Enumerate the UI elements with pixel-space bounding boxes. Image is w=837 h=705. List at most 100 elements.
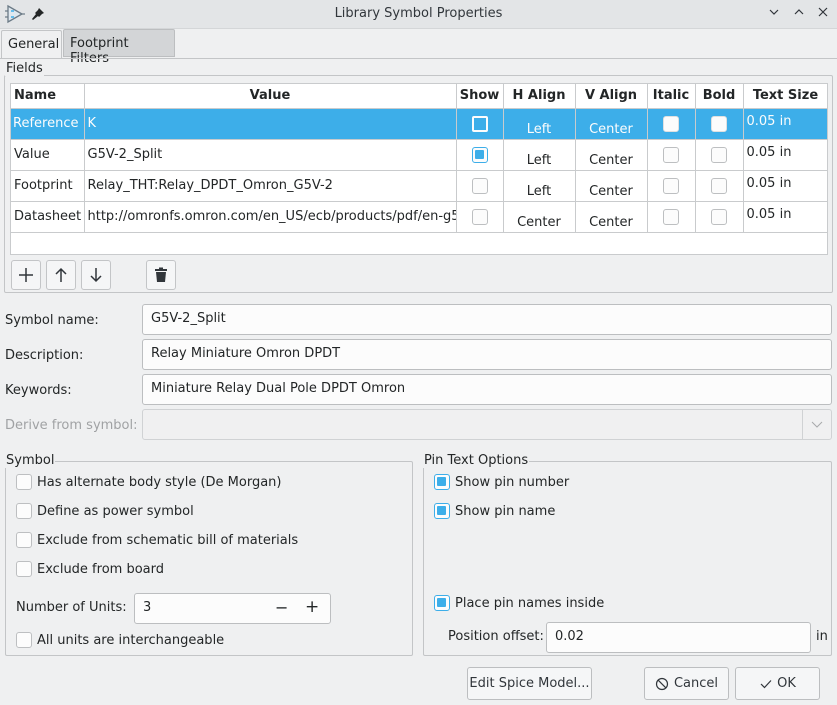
v-align-cell[interactable]: Center [575,170,648,202]
italic-cell[interactable] [647,170,696,202]
v-align-cell[interactable]: Center [575,108,648,140]
show-checkbox[interactable] [471,208,488,225]
column-header[interactable]: Value [84,84,457,109]
bold-checkbox[interactable] [711,146,727,163]
checkbox[interactable] [16,503,32,519]
table-row[interactable]: Value G5V-2_Split Left Center 0.05 in [11,139,827,171]
move-down-button[interactable] [81,260,111,290]
column-header[interactable]: Bold [695,84,744,109]
bold-checkbox[interactable] [711,177,727,194]
exclude-bom-checkbox[interactable]: Exclude from schematic bill of materials [16,532,298,548]
decrement-button[interactable]: − [275,598,288,617]
field-name[interactable]: Reference [11,108,85,140]
trash-icon [155,267,167,282]
column-header[interactable]: H Align [503,84,576,109]
field-name[interactable]: Value [11,139,85,171]
tab-footprint-filters[interactable]: Footprint Filters [63,29,175,66]
bold-cell[interactable] [695,170,744,202]
field-value[interactable]: Relay_THT:Relay_DPDT_Omron_G5V-2 [84,170,457,202]
field-name[interactable]: Datasheet [11,201,85,233]
checkbox-label: Show pin name [455,503,556,519]
column-header[interactable]: Text Size [743,84,827,109]
description-input[interactable]: Relay Miniature Omron DPDT [142,339,832,370]
italic-checkbox[interactable] [663,208,679,225]
show-cell[interactable] [456,170,504,202]
show-pin-name-checkbox[interactable]: Show pin name [434,503,555,519]
edit-spice-model-button[interactable]: Edit Spice Model... [467,667,592,700]
keywords-input[interactable]: Miniature Relay Dual Pole DPDT Omron [142,374,832,405]
exclude-board-checkbox[interactable]: Exclude from board [16,561,164,577]
symbol-name-input[interactable]: G5V-2_Split [142,304,832,335]
arrow-down-icon [90,268,102,283]
italic-checkbox[interactable] [663,177,679,194]
tab-general[interactable]: General [1,30,62,59]
bold-cell[interactable] [695,201,744,233]
checkbox[interactable] [16,632,32,648]
power-symbol-checkbox[interactable]: Define as power symbol [16,503,194,519]
show-checkbox[interactable] [471,177,488,194]
text-size-cell[interactable]: 0.05 in [743,170,827,202]
h-align-cell[interactable]: Center [503,201,576,233]
delete-field-button[interactable] [146,260,176,290]
derive-from-select[interactable] [142,409,832,440]
v-align-cell[interactable]: Center [575,201,648,233]
symbol-group-title: Symbol [5,453,56,468]
column-header[interactable]: Italic [647,84,696,109]
h-align-cell[interactable]: Left [503,170,576,202]
place-pin-names-inside-checkbox[interactable]: Place pin names inside [434,595,604,611]
add-field-button[interactable] [11,260,41,290]
checkbox[interactable] [16,532,32,548]
checkbox[interactable] [16,561,32,577]
column-header[interactable]: Show [456,84,504,109]
show-checkbox[interactable] [471,115,488,132]
minimize-button[interactable] [766,6,782,22]
checkbox[interactable] [16,474,32,490]
show-cell[interactable] [456,108,504,140]
units-interchangeable-checkbox[interactable]: All units are interchangeable [16,632,224,648]
position-offset-input[interactable]: 0.02 [546,622,811,653]
italic-cell[interactable] [647,139,696,171]
table-row[interactable]: Reference K Left Center 0.05 in [11,108,827,140]
v-align-cell[interactable]: Center [575,139,648,171]
field-name[interactable]: Footprint [11,170,85,202]
checkbox-label: Place pin names inside [455,595,605,611]
checkbox[interactable] [434,595,450,611]
table-row[interactable]: Datasheet http://omronfs.omron.com/en_US… [11,201,827,233]
alternate-body-style-checkbox[interactable]: Has alternate body style (De Morgan) [16,474,282,490]
column-header[interactable]: V Align [575,84,648,109]
move-up-button[interactable] [46,260,76,290]
italic-checkbox[interactable] [663,115,679,132]
close-button[interactable] [815,6,831,22]
italic-cell[interactable] [647,201,696,233]
cancel-button[interactable]: Cancel [644,667,729,700]
maximize-button[interactable] [791,6,807,22]
plus-icon [19,268,33,282]
italic-cell[interactable] [647,108,696,140]
show-pin-number-checkbox[interactable]: Show pin number [434,474,569,490]
field-value[interactable]: http://omronfs.omron.com/en_US/ecb/produ… [84,201,457,233]
column-header[interactable]: Name [11,84,85,109]
show-cell[interactable] [456,139,504,171]
bold-cell[interactable] [695,108,744,140]
show-checkbox[interactable] [471,146,488,163]
increment-button[interactable]: + [305,597,319,617]
bold-checkbox[interactable] [711,208,727,225]
field-value[interactable]: K [84,108,457,140]
chevron-down-icon [811,421,823,428]
table-row[interactable]: Footprint Relay_THT:Relay_DPDT_Omron_G5V… [11,170,827,202]
text-size-cell[interactable]: 0.05 in [743,139,827,171]
bold-checkbox[interactable] [711,115,727,132]
bold-cell[interactable] [695,139,744,171]
h-align-cell[interactable]: Left [503,108,576,140]
h-align-cell[interactable]: Left [503,139,576,171]
text-size-cell[interactable]: 0.05 in [743,108,827,140]
italic-checkbox[interactable] [663,146,679,163]
show-cell[interactable] [456,201,504,233]
ok-button[interactable]: OK [735,667,820,700]
units-spinbox[interactable]: 3 − + [134,593,331,624]
text-size-cell[interactable]: 0.05 in [743,201,827,233]
field-value[interactable]: G5V-2_Split [84,139,457,171]
checkbox[interactable] [434,474,450,490]
checkbox[interactable] [434,503,450,519]
dropdown-button[interactable] [802,410,831,439]
